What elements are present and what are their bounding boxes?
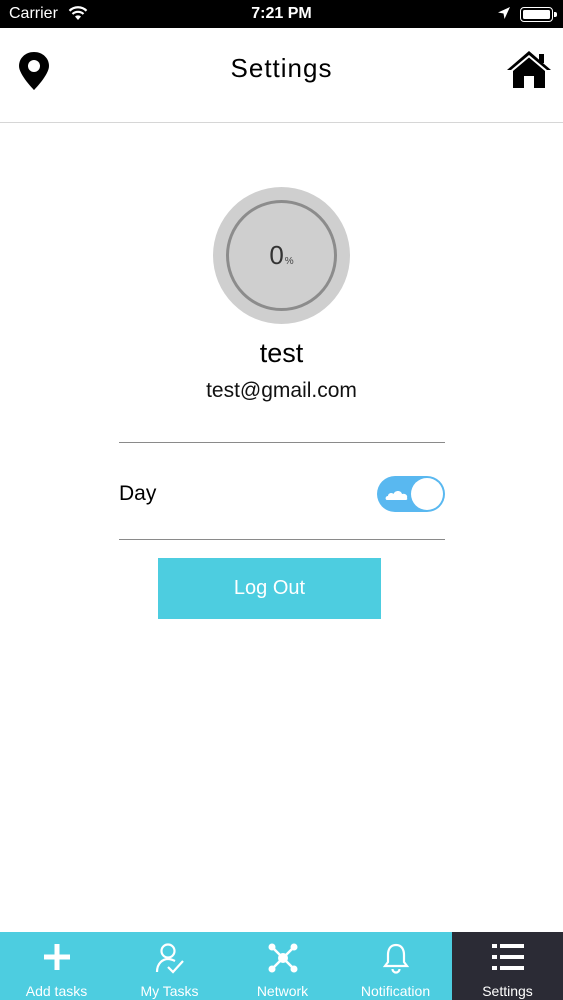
- tab-settings[interactable]: Settings: [452, 932, 563, 1000]
- home-icon[interactable]: [506, 48, 552, 90]
- tab-my-tasks[interactable]: My Tasks: [113, 932, 226, 1000]
- plus-icon: [43, 944, 70, 970]
- list-icon: [491, 944, 524, 970]
- tab-network[interactable]: Network: [226, 932, 339, 1000]
- battery-icon: [520, 7, 557, 22]
- tab-label: Network: [256, 983, 309, 999]
- progress-circle: 0 %: [213, 187, 350, 324]
- logout-button[interactable]: Log Out: [158, 558, 381, 619]
- toggle-knob[interactable]: [411, 478, 443, 510]
- progress-value: 0: [269, 240, 284, 270]
- user-name: test: [259, 338, 304, 368]
- network-icon: [268, 943, 297, 973]
- progress-unit: %: [284, 256, 294, 267]
- user-check-icon: [155, 943, 184, 974]
- day-mode-toggle[interactable]: [377, 476, 445, 512]
- tab-label: My Tasks: [140, 983, 199, 999]
- tab-label: Settings: [482, 983, 533, 999]
- tab-add-tasks[interactable]: Add tasks: [0, 932, 113, 1000]
- tab-label: Add tasks: [25, 983, 88, 999]
- theme-label: Day: [119, 482, 157, 505]
- bell-icon: [382, 943, 409, 974]
- tab-label: Notification: [360, 983, 431, 999]
- user-email: test@gmail.com: [206, 379, 357, 402]
- tab-notification[interactable]: Notification: [339, 932, 452, 1000]
- nav-bar: Settings: [0, 28, 563, 123]
- tab-bar: Add tasks My Tasks Network Notification: [0, 932, 563, 1000]
- cloud-icon: [385, 491, 408, 500]
- page-title: Settings: [230, 53, 333, 83]
- status-time: 7:21 PM: [251, 5, 312, 22]
- status-bar: Carrier 7:21 PM: [0, 0, 563, 28]
- divider: [119, 539, 445, 540]
- progress-ring: 0 %: [226, 200, 337, 311]
- location-arrow-icon: [498, 7, 510, 19]
- divider: [119, 442, 445, 443]
